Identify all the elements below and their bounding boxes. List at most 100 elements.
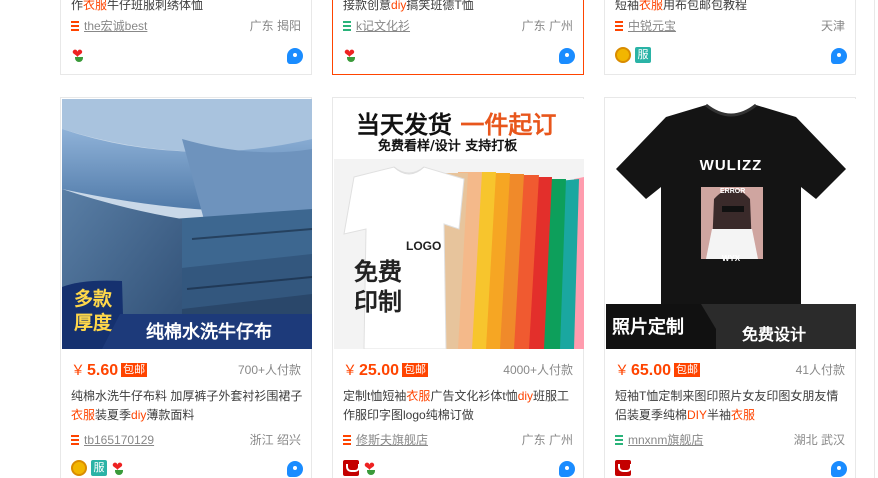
shop-name-link[interactable]: 修斯夫旗舰店 — [356, 431, 428, 449]
wangwang-chat-icon[interactable] — [831, 461, 847, 477]
product-card-top-2[interactable]: 接款创意diy搞笑班德T恤 k记文化衫 广东 广州 — [332, 0, 584, 75]
product-title[interactable]: 接款创意diy搞笑班德T恤 — [343, 0, 575, 15]
title-text: 定制t恤短袖 — [343, 389, 407, 403]
badge-row — [71, 46, 87, 64]
badge-row — [343, 459, 379, 477]
gold-medal-badge-icon[interactable] — [615, 47, 631, 63]
tmall-badge-icon[interactable] — [615, 460, 632, 476]
location: 广东 广州 — [521, 19, 573, 33]
title-highlight: 衣服 — [406, 389, 431, 403]
price: ￥ 65.00 包邮 — [615, 358, 701, 383]
price-row: ￥ 65.00 包邮 41人付款 — [615, 358, 845, 382]
location: 浙江 绍兴 — [249, 433, 301, 447]
location: 广东 广州 — [521, 433, 573, 447]
title-text: 用布包邮包教程 — [663, 0, 748, 12]
shop-icon — [615, 435, 623, 445]
shirt-brand-text: WULIZZ — [699, 157, 763, 174]
currency-symbol: ￥ — [615, 362, 629, 378]
shop-name-link[interactable]: tb165170129 — [84, 431, 154, 449]
title-highlight: diy — [131, 408, 147, 422]
product-title[interactable]: 作衣服牛仔班服刺绣体恤 — [71, 0, 303, 15]
service-badge-icon[interactable]: 服 — [635, 47, 651, 63]
product-card-photo-tee[interactable]: WULIZZ ERROR WYX 照片定制 免费设计 ￥ 65.00 包邮 41人付… — [604, 97, 856, 478]
shop-name-link[interactable]: 中锐元宝 — [628, 17, 676, 35]
title-highlight: 衣服 — [639, 0, 664, 12]
next-column-edge — [874, 0, 878, 478]
product-title[interactable]: 短袖衣服用布包邮包教程 — [615, 0, 847, 15]
title-highlight: 衣服 — [83, 0, 108, 12]
shop-name-link[interactable]: mnxnm旗舰店 — [628, 431, 703, 449]
title-text: 牛仔班服刺绣体恤 — [107, 0, 204, 12]
flower-badge-icon[interactable] — [111, 459, 127, 476]
wangwang-chat-icon[interactable] — [559, 48, 575, 64]
gold-medal-badge-icon[interactable] — [71, 460, 87, 476]
location: 广东 揭阳 — [249, 19, 301, 33]
free-print-line-2: 印制 — [354, 288, 402, 316]
banner-right-text: 免费设计 — [742, 325, 807, 344]
product-image[interactable]: WULIZZ ERROR WYX 照片定制 免费设计 — [606, 99, 856, 349]
product-title[interactable]: 定制t恤短袖衣服广告文化衫体t恤diy班服工作服印字图logo纯棉订做 — [343, 387, 575, 425]
product-image[interactable]: 多款 厚度 纯棉水洗牛仔布 — [62, 99, 312, 349]
wangwang-chat-icon[interactable] — [287, 48, 303, 64]
shop-icon — [343, 21, 351, 31]
title-highlight: diy — [391, 0, 407, 12]
title-text: 搞笑班德T恤 — [406, 0, 474, 12]
product-title[interactable]: 短袖T恤定制来图印照片女友印图女朋友情侣装夏季纯棉DIY半袖衣服 — [615, 387, 847, 425]
title-text: 装夏季 — [95, 408, 132, 422]
product-card-top-3[interactable]: 短袖衣服用布包邮包教程 中锐元宝 天津 服 — [604, 0, 856, 75]
location: 湖北 武汉 — [793, 433, 845, 447]
title-text: 薄款面料 — [146, 408, 195, 422]
sales-count: 41人付款 — [795, 363, 845, 377]
price: ￥ 5.60 包邮 — [71, 358, 148, 383]
shop-name-link[interactable]: k记文化衫 — [356, 17, 410, 35]
logo-text: LOGO — [406, 239, 442, 253]
product-card-top-1[interactable]: 作衣服牛仔班服刺绣体恤 the宏诚best 广东 揭阳 — [60, 0, 312, 75]
title-text: 纯棉水洗牛仔布料 加厚裤子外套衬衫围裙子 — [71, 389, 303, 403]
price-value: 25.00 — [359, 362, 400, 379]
sales-count: 700+人付款 — [237, 363, 301, 377]
product-card-tshirt[interactable]: 当天发货 一件起订 免费看样/设计 支持打板 LOGO 免费 印制 ￥ 25.0… — [332, 97, 584, 478]
product-card-denim[interactable]: 多款 厚度 纯棉水洗牛仔布 ￥ 5.60 包邮 700+人付款 纯棉水洗牛仔布料 加… — [60, 97, 312, 478]
badge-row: 服 — [615, 46, 651, 64]
shop-icon — [343, 435, 351, 445]
flower-badge-icon[interactable] — [343, 46, 359, 63]
price-value: 65.00 — [631, 362, 672, 379]
sales-count: 4000+人付款 — [503, 363, 573, 377]
title-text: 接款创意 — [343, 0, 392, 12]
wangwang-chat-icon[interactable] — [287, 461, 303, 477]
badge-row: 服 — [71, 459, 127, 477]
wangwang-chat-icon[interactable] — [559, 461, 575, 477]
tmall-badge-icon[interactable] — [343, 460, 360, 476]
currency-symbol: ￥ — [343, 362, 357, 378]
free-shipping-tag: 包邮 — [674, 363, 701, 377]
title-highlight: 衣服 — [731, 408, 756, 422]
shirt-tag-text: ERROR — [720, 188, 746, 195]
free-shipping-tag: 包邮 — [402, 363, 429, 377]
price-row: ￥ 25.00 包邮 4000+人付款 — [343, 358, 573, 382]
shop-name-link[interactable]: the宏诚best — [84, 17, 147, 35]
badge-line-1: 多款 — [73, 288, 112, 310]
shop-icon — [615, 21, 623, 31]
title-highlight: 衣服 — [71, 408, 96, 422]
flower-badge-icon[interactable] — [363, 459, 379, 476]
product-image[interactable]: 当天发货 一件起订 免费看样/设计 支持打板 LOGO 免费 印制 — [334, 99, 584, 349]
flower-badge-icon[interactable] — [71, 46, 87, 63]
service-badge-icon[interactable]: 服 — [91, 460, 107, 476]
tshirt-rack-image — [334, 159, 584, 349]
free-print-text: 免费 印制 — [354, 257, 402, 317]
image-subline: 免费看样/设计 支持打板 — [378, 139, 518, 154]
image-badge-text: 多款 厚度 — [64, 287, 122, 345]
badge-row — [343, 46, 359, 64]
badge-line-2: 厚度 — [73, 312, 112, 334]
free-print-line-1: 免费 — [354, 258, 402, 286]
title-highlight: diy — [517, 389, 534, 403]
title-text: 广告文化衫体t恤 — [430, 389, 518, 403]
currency-symbol: ￥ — [71, 362, 85, 378]
product-title[interactable]: 纯棉水洗牛仔布料 加厚裤子外套衬衫围裙子衣服装夏季diy薄款面料 — [71, 387, 303, 425]
black-tshirt-image — [606, 103, 856, 349]
wangwang-chat-icon[interactable] — [831, 48, 847, 64]
shop-icon — [71, 435, 79, 445]
shirt-sub-text: WYX — [721, 254, 741, 263]
badge-row — [615, 459, 632, 477]
title-text: 半袖 — [707, 408, 732, 422]
